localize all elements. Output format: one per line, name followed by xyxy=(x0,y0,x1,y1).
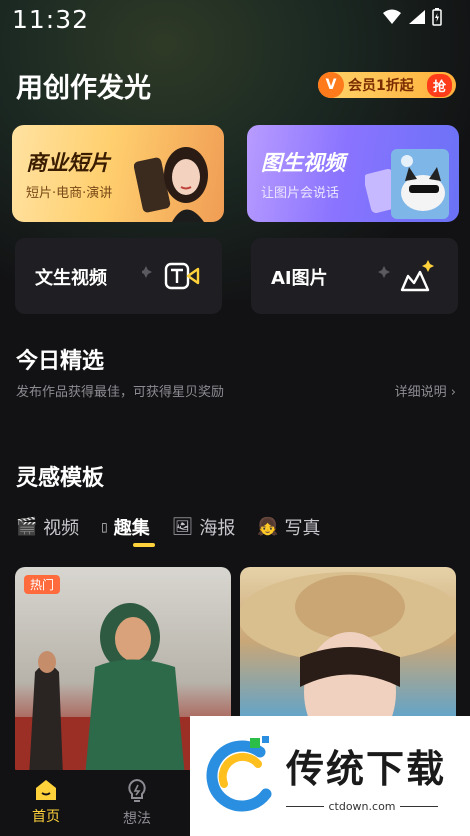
status-time: 11:32 xyxy=(12,5,90,34)
watermark-logo-icon xyxy=(206,736,272,812)
active-tab-indicator xyxy=(133,543,155,547)
hot-badge: 热门 xyxy=(24,575,61,594)
tab-label: 趣集 xyxy=(113,518,150,539)
bulb-icon xyxy=(128,778,146,802)
watermark-text: 传统下载 xyxy=(286,747,447,791)
today-title: 今日精选 xyxy=(16,349,105,374)
vip-promo-label: 会员1折起 xyxy=(348,78,414,94)
commercial-short-card[interactable]: 商业短片 短片·电商·演讲 xyxy=(12,125,224,222)
watermark-url-text: ctdown.com xyxy=(324,800,400,813)
tab-fun-collection[interactable]: ▯ 趣集 xyxy=(101,514,150,540)
home-icon xyxy=(36,780,56,800)
battery-icon xyxy=(432,8,442,26)
wifi-icon xyxy=(383,9,401,24)
nav-home[interactable]: 首页 xyxy=(16,778,76,826)
vip-grab-label: 抢 xyxy=(426,73,452,97)
page-title: 用创作发光 xyxy=(16,73,151,104)
text-to-video-icon xyxy=(142,262,200,290)
portrait-illustration xyxy=(134,147,208,222)
chevron-right-icon: › xyxy=(450,385,456,400)
card-subtitle: 短片·电商·演讲 xyxy=(26,186,113,201)
tool-label: 文生视频 xyxy=(35,268,107,289)
signal-icon xyxy=(409,10,425,24)
tab-video[interactable]: 🎬 视频 xyxy=(16,514,79,540)
status-bar: 11:32 xyxy=(0,0,470,44)
clapper-icon: 🎬 xyxy=(16,517,38,537)
vip-promo-button[interactable]: V 会员1折起 抢 xyxy=(318,72,456,98)
template-tabs: 🎬 视频 ▯ 趣集 🖼 海报 👧 写真 xyxy=(16,514,343,540)
nav-label: 首页 xyxy=(32,809,60,825)
tab-label: 海报 xyxy=(199,518,236,539)
tab-label: 视频 xyxy=(43,518,80,539)
nav-ideas[interactable]: 想法 xyxy=(107,778,167,828)
image-to-video-card[interactable]: 图生视频 让图片会说话 xyxy=(247,125,459,222)
today-subtitle: 发布作品获得最佳，可获得星贝奖励 xyxy=(16,385,225,400)
watermark: 传统下载 ctdown.com xyxy=(190,716,470,836)
ai-image-button[interactable]: AI图片 xyxy=(251,238,458,314)
tab-poster[interactable]: 🖼 海报 xyxy=(172,514,236,540)
card-subtitle: 让图片会说话 xyxy=(261,186,340,201)
nav-label: 想法 xyxy=(123,811,151,827)
tab-portrait[interactable]: 👧 写真 xyxy=(257,514,320,540)
details-link[interactable]: 详细说明 › xyxy=(395,381,456,400)
vip-crown-icon: V xyxy=(318,72,344,98)
person-icon: 👧 xyxy=(257,517,279,537)
watermark-url: ctdown.com xyxy=(286,800,438,813)
ai-image-icon xyxy=(378,260,434,292)
text-to-video-button[interactable]: 文生视频 xyxy=(15,238,222,314)
box-icon: ▯ xyxy=(101,520,108,534)
cat-illustration xyxy=(365,149,449,219)
inspiration-title: 灵感模板 xyxy=(16,466,105,491)
details-link-label: 详细说明 xyxy=(394,385,447,400)
card-title: 商业短片 xyxy=(26,151,110,175)
picture-icon: 🖼 xyxy=(171,517,194,537)
card-title: 图生视频 xyxy=(261,151,345,175)
tab-label: 写真 xyxy=(284,518,321,539)
tool-label: AI图片 xyxy=(271,268,328,289)
